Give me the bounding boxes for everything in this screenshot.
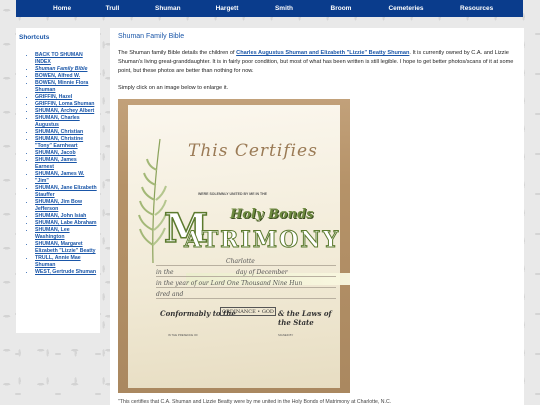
nav-shuman[interactable]: Shuman — [155, 5, 181, 12]
certificate-line-text: in the — [156, 269, 174, 276]
list-item: GRIFFIN, Hazel — [35, 94, 97, 101]
list-item: WEST, Gertrude Shuman — [35, 269, 97, 276]
certificate-lines: Charlotte in the day of December in the y… — [156, 258, 336, 309]
certificate-paper: This Certifies WERE SOLEMNLY UNITED BY M… — [128, 105, 350, 388]
shortcut-link[interactable]: SHUMAN, James Earnest — [35, 157, 77, 170]
list-item: GRIFFIN, Loma Shuman — [35, 101, 97, 108]
top-navigation: Home Trull Shuman Hargett Smith Broom Ce… — [16, 0, 523, 17]
shortcut-link[interactable]: SHUMAN, Jim Bow Jefferson — [35, 199, 82, 212]
list-item: SHUMAN, Charles Augustus — [35, 115, 97, 129]
shortcut-link[interactable]: BACK TO SHUMAN INDEX — [35, 52, 83, 65]
nav-home[interactable]: Home — [53, 5, 71, 12]
list-item: BOWEN, Alfred W. — [35, 73, 97, 80]
certificate-line-text: in the year of our Lord One Thousand Nin… — [156, 280, 303, 287]
shortcuts-list: BACK TO SHUMAN INDEX Shuman Family Bible… — [19, 52, 97, 276]
intro-text: The Shuman family Bible details the chil… — [118, 50, 237, 56]
list-item: SHUMAN, James Earnest — [35, 157, 97, 171]
certificate-line: dred and — [156, 291, 336, 299]
certificate-signed: SIGNED BY — [278, 333, 294, 337]
intro-paragraph: The Shuman family Bible details the chil… — [118, 49, 516, 76]
nav-trull[interactable]: Trull — [105, 5, 120, 12]
shortcut-link[interactable]: SHUMAN, Charles Augustus — [35, 115, 80, 128]
list-item: SHUMAN, Labe Abraham — [35, 220, 97, 227]
shortcut-link[interactable]: SHUMAN, James W. "Jim" — [35, 171, 84, 184]
parents-link[interactable]: Charles Augustus Shuman and Elizabeth "L… — [236, 50, 409, 56]
shortcut-link[interactable]: SHUMAN, Lee Washington — [35, 227, 70, 240]
shortcut-link[interactable]: SHUMAN, Labe Abraham — [35, 220, 97, 226]
shortcut-link[interactable]: SHUMAN, Jacob — [35, 150, 76, 156]
nav-resources[interactable]: Resources — [460, 5, 493, 12]
certificate-witness: IN THE PRESENCE OF — [168, 333, 198, 337]
list-item: SHUMAN, Christine "Tony" Earnheart — [35, 136, 97, 150]
list-item: SHUMAN, Lee Washington — [35, 227, 97, 241]
list-item: Shuman Family Bible — [35, 66, 97, 73]
shortcut-link[interactable]: SHUMAN, John Isiah — [35, 213, 86, 219]
list-item: TRULL, Annie Mae Shuman — [35, 255, 97, 269]
shortcut-link[interactable]: SHUMAN, Archey Albert — [35, 108, 94, 114]
list-item: SHUMAN, James W. "Jim" — [35, 171, 97, 185]
certificate-line-text: day of December — [236, 269, 288, 276]
shortcut-link[interactable]: BOWEN, Alfred W. — [35, 73, 80, 79]
shortcut-link[interactable]: BOWEN, Minnie Flora Shuman — [35, 80, 88, 93]
certificate-matrimony: ATRIMONY — [183, 227, 341, 254]
list-item: SHUMAN, Jim Bow Jefferson — [35, 199, 97, 213]
list-item: BACK TO SHUMAN INDEX — [35, 52, 97, 66]
list-item: SHUMAN, Archey Albert — [35, 108, 97, 115]
shortcut-link[interactable]: SHUMAN, Christian — [35, 129, 83, 135]
shortcut-link[interactable]: Shuman Family Bible — [35, 66, 87, 72]
certificate-line: in the day of December — [156, 269, 336, 277]
main-content: Shuman Family Bible The Shuman family Bi… — [110, 28, 524, 405]
shortcut-link[interactable]: GRIFFIN, Loma Shuman — [35, 101, 94, 107]
certificate-place: Charlotte — [226, 258, 255, 265]
marriage-certificate-photo[interactable]: This Certifies WERE SOLEMNLY UNITED BY M… — [118, 99, 350, 393]
list-item: SHUMAN, Jacob — [35, 150, 97, 157]
certificate-ordinance-box: ORDINANCE • GOD — [220, 307, 276, 316]
shortcut-link[interactable]: SHUMAN, Jane Elizabeth Stauffer — [35, 185, 97, 198]
page-title: Shuman Family Bible — [118, 33, 185, 40]
shortcut-link[interactable]: SHUMAN, Margaret Elizabeth "Lizzie" Beat… — [35, 241, 96, 254]
certificate-holy-bonds: Holy Bonds — [230, 207, 314, 222]
shortcut-link[interactable]: GRIFFIN, Hazel — [35, 94, 72, 100]
shortcuts-sidebar: Shortcuts BACK TO SHUMAN INDEX Shuman Fa… — [16, 28, 100, 333]
list-item: SHUMAN, Jane Elizabeth Stauffer — [35, 185, 97, 199]
nav-broom[interactable]: Broom — [330, 5, 352, 12]
instruction-text: Simply click on an image below to enlarg… — [118, 85, 229, 91]
nav-smith[interactable]: Smith — [274, 5, 294, 12]
certificate-line: in the year of our Lord One Thousand Nin… — [156, 280, 336, 288]
certificate-ordinance-post: & the Laws of the State — [278, 309, 332, 327]
shortcut-link[interactable]: WEST, Gertrude Shuman — [35, 269, 96, 275]
shortcut-link[interactable]: SHUMAN, Christine "Tony" Earnheart — [35, 136, 83, 149]
list-item: BOWEN, Minnie Flora Shuman — [35, 80, 97, 94]
list-item: SHUMAN, John Isiah — [35, 213, 97, 220]
list-item: SHUMAN, Margaret Elizabeth "Lizzie" Beat… — [35, 241, 97, 255]
certificate-subheading: WERE SOLEMNLY UNITED BY ME IN THE — [198, 192, 267, 196]
nav-hargett[interactable]: Hargett — [214, 5, 240, 12]
certificate-line: Charlotte — [156, 258, 336, 266]
nav-cemeteries[interactable]: Cemeteries — [388, 5, 424, 12]
caption-text: "This certifies that C.A. Shuman and Liz… — [118, 399, 392, 405]
certificate-line-text: dred and — [156, 291, 184, 298]
certificate-heading: This Certifies — [188, 141, 318, 161]
shortcut-link[interactable]: TRULL, Annie Mae Shuman — [35, 255, 81, 268]
list-item: SHUMAN, Christian — [35, 129, 97, 136]
sidebar-title: Shortcuts — [19, 34, 50, 41]
